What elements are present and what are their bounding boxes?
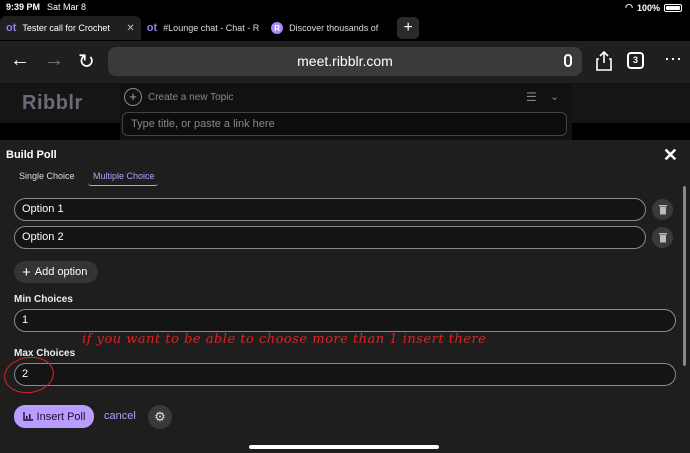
share-icon[interactable] [596, 51, 612, 71]
tab-title: #Lounge chat - Chat - R [163, 23, 260, 33]
trash-icon[interactable] [652, 199, 673, 220]
wifi-icon: ◠ [625, 2, 633, 12]
plus-icon: + [22, 263, 31, 281]
tab-count-button[interactable]: 3 [627, 52, 644, 69]
ribblr-logo[interactable]: Ribblr [22, 92, 83, 115]
topic-title-input[interactable]: Type title, or paste a link here [122, 112, 567, 136]
ribblr-round-icon: R [271, 22, 284, 34]
topic-composer: + Create a new Topic ☰ ⌄ Type title, or … [120, 84, 572, 140]
battery-percent: 100% [636, 2, 660, 13]
forward-arrow-icon[interactable]: → [44, 49, 64, 72]
build-poll-modal: Build Poll ✕ Single Choice Multiple Choi… [0, 140, 690, 453]
option-input[interactable]: Option 2 [14, 226, 646, 249]
close-icon[interactable]: ✕ [663, 145, 678, 166]
browser-toolbar: ← → ↻ meet.ribblr.com 3 ⋯ [0, 41, 690, 83]
scrollbar[interactable] [683, 186, 686, 366]
insert-poll-button[interactable]: Insert Poll [14, 405, 94, 428]
status-date: Sat Mar 8 [47, 2, 87, 12]
gear-icon[interactable]: ⚙ [148, 405, 172, 429]
tab-single-choice[interactable]: Single Choice [19, 171, 75, 181]
tab-lounge-chat[interactable]: ot #Lounge chat - Chat - R [141, 16, 265, 40]
reload-icon[interactable]: ↻ [78, 49, 95, 74]
new-tab-button[interactable]: + [397, 17, 420, 39]
microphone-icon[interactable] [564, 54, 572, 67]
tab-strip: ot Tester call for Crochet ✕ ot #Lounge … [0, 15, 690, 41]
tab-multiple-choice[interactable]: Multiple Choice [93, 171, 155, 181]
tab-title: Discover thousands of [289, 23, 379, 33]
insert-poll-label: Insert Poll [36, 410, 86, 423]
max-choices-input[interactable]: 2 [14, 363, 676, 386]
modal-title: Build Poll [6, 149, 57, 161]
ribblr-tab-icon: ot [6, 22, 17, 34]
min-choices-label: Min Choices [14, 294, 73, 305]
battery-icon [664, 3, 682, 12]
handwritten-annotation: if you want to be able to choose more th… [82, 332, 487, 347]
add-option-button[interactable]: + Add option [14, 261, 98, 283]
cancel-button[interactable]: cancel [104, 410, 136, 422]
tab-tester-call[interactable]: ot Tester call for Crochet ✕ [0, 16, 141, 40]
back-arrow-icon[interactable]: ← [10, 49, 30, 72]
add-option-label: Add option [34, 266, 88, 278]
url-text: meet.ribblr.com [297, 53, 393, 69]
plus-icon[interactable]: + [124, 88, 142, 106]
status-time: 9:39 PM [6, 2, 41, 12]
tab-title: Tester call for Crochet [22, 23, 110, 33]
more-menu-icon[interactable]: ⋯ [664, 49, 682, 70]
tab-discover[interactable]: R Discover thousands of [265, 16, 391, 40]
modal-header: Build Poll ✕ [0, 140, 690, 172]
composer-label: Create a new Topic [148, 92, 234, 103]
ribblr-tab-icon: ot [146, 22, 158, 34]
address-bar[interactable]: meet.ribblr.com [108, 47, 582, 76]
chart-icon [22, 412, 33, 421]
close-tab-icon[interactable]: ✕ [126, 23, 134, 34]
status-right: ◠ 100% [625, 2, 682, 13]
home-indicator[interactable] [249, 445, 439, 449]
active-tab-indicator [88, 183, 158, 186]
option-input[interactable]: Option 1 [14, 198, 646, 221]
status-bar: 9:39 PM Sat Mar 8 ◠ 100% [0, 0, 690, 14]
annotation-circle [1, 353, 57, 397]
trash-icon[interactable] [652, 227, 673, 248]
min-choices-input[interactable]: 1 [14, 309, 676, 332]
chevron-down-icon[interactable]: ⌄ [550, 90, 559, 103]
hamburger-icon[interactable]: ☰ [526, 90, 537, 104]
